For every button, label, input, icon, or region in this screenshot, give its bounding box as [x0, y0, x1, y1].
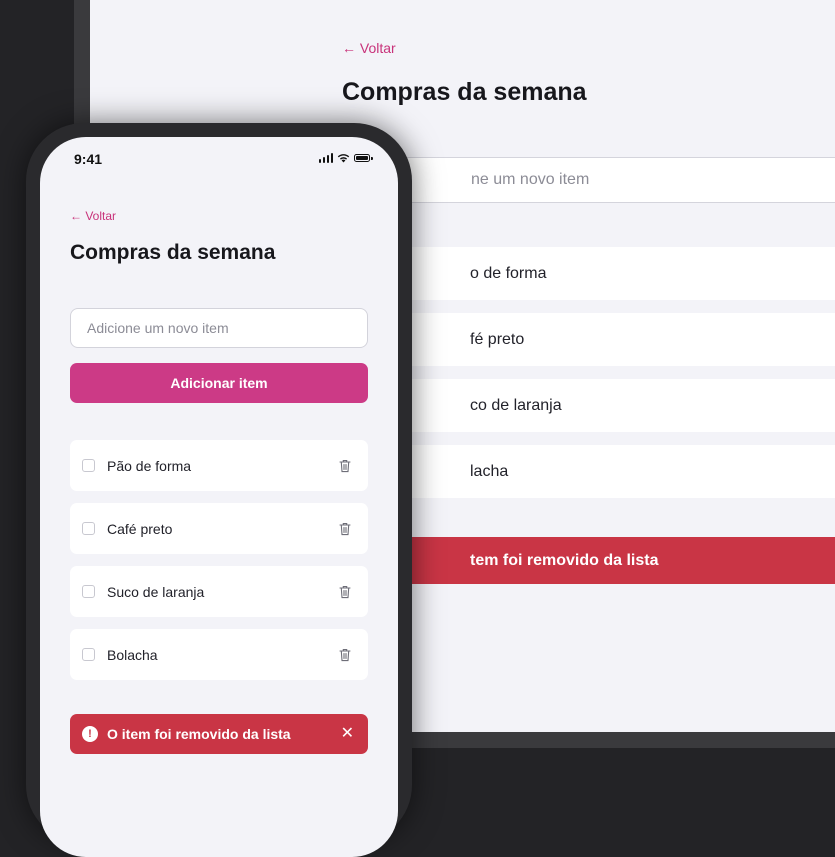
alert-icon: ! — [82, 726, 98, 742]
phone-frame: 9:41 ← Voltar Compras da semana Adiciona… — [26, 123, 412, 857]
item-label: Suco de laranja — [107, 583, 205, 600]
list-item: Suco de laranja — [70, 566, 368, 617]
trash-icon[interactable] — [338, 458, 352, 474]
tablet-list-item[interactable]: o de forma — [390, 247, 835, 300]
tablet-page-title: Compras da semana — [342, 78, 587, 106]
item-checkbox[interactable] — [82, 459, 95, 472]
tablet-new-item-input[interactable]: ne um novo item — [390, 157, 835, 203]
tablet-toast: tem foi removido da lista — [390, 537, 835, 584]
list-item: Café preto — [70, 503, 368, 554]
item-label: Café preto — [107, 520, 173, 537]
toast-message: O item foi removido da lista — [107, 726, 291, 742]
signal-icon — [318, 153, 333, 163]
item-label: Bolacha — [107, 646, 158, 663]
item-checkbox[interactable] — [82, 648, 95, 661]
list-item: Pão de forma — [70, 440, 368, 491]
tablet-list-item[interactable]: lacha — [390, 445, 835, 498]
add-item-button[interactable]: Adicionar item — [70, 363, 368, 403]
tablet-list-item[interactable]: co de laranja — [390, 379, 835, 432]
status-bar: 9:41 — [40, 137, 398, 187]
trash-icon[interactable] — [338, 521, 352, 537]
list-item: Bolacha — [70, 629, 368, 680]
close-icon[interactable]: ✕ — [341, 726, 354, 742]
new-item-input[interactable] — [70, 308, 368, 348]
page-title: Compras da semana — [70, 241, 276, 264]
status-icons — [318, 153, 373, 163]
battery-icon — [354, 154, 373, 162]
status-time: 9:41 — [74, 151, 103, 167]
phone-screen: 9:41 ← Voltar Compras da semana Adiciona… — [40, 137, 398, 857]
tablet-back-link[interactable]: ← Voltar — [342, 40, 396, 56]
item-label: Pão de forma — [107, 457, 192, 474]
tablet-list-item[interactable]: fé preto — [390, 313, 835, 366]
wifi-icon — [337, 154, 350, 163]
trash-icon[interactable] — [338, 584, 352, 600]
trash-icon[interactable] — [338, 647, 352, 663]
item-checkbox[interactable] — [82, 585, 95, 598]
back-link[interactable]: ← Voltar — [70, 209, 116, 223]
item-checkbox[interactable] — [82, 522, 95, 535]
removal-toast: ! O item foi removido da lista ✕ — [70, 714, 368, 754]
